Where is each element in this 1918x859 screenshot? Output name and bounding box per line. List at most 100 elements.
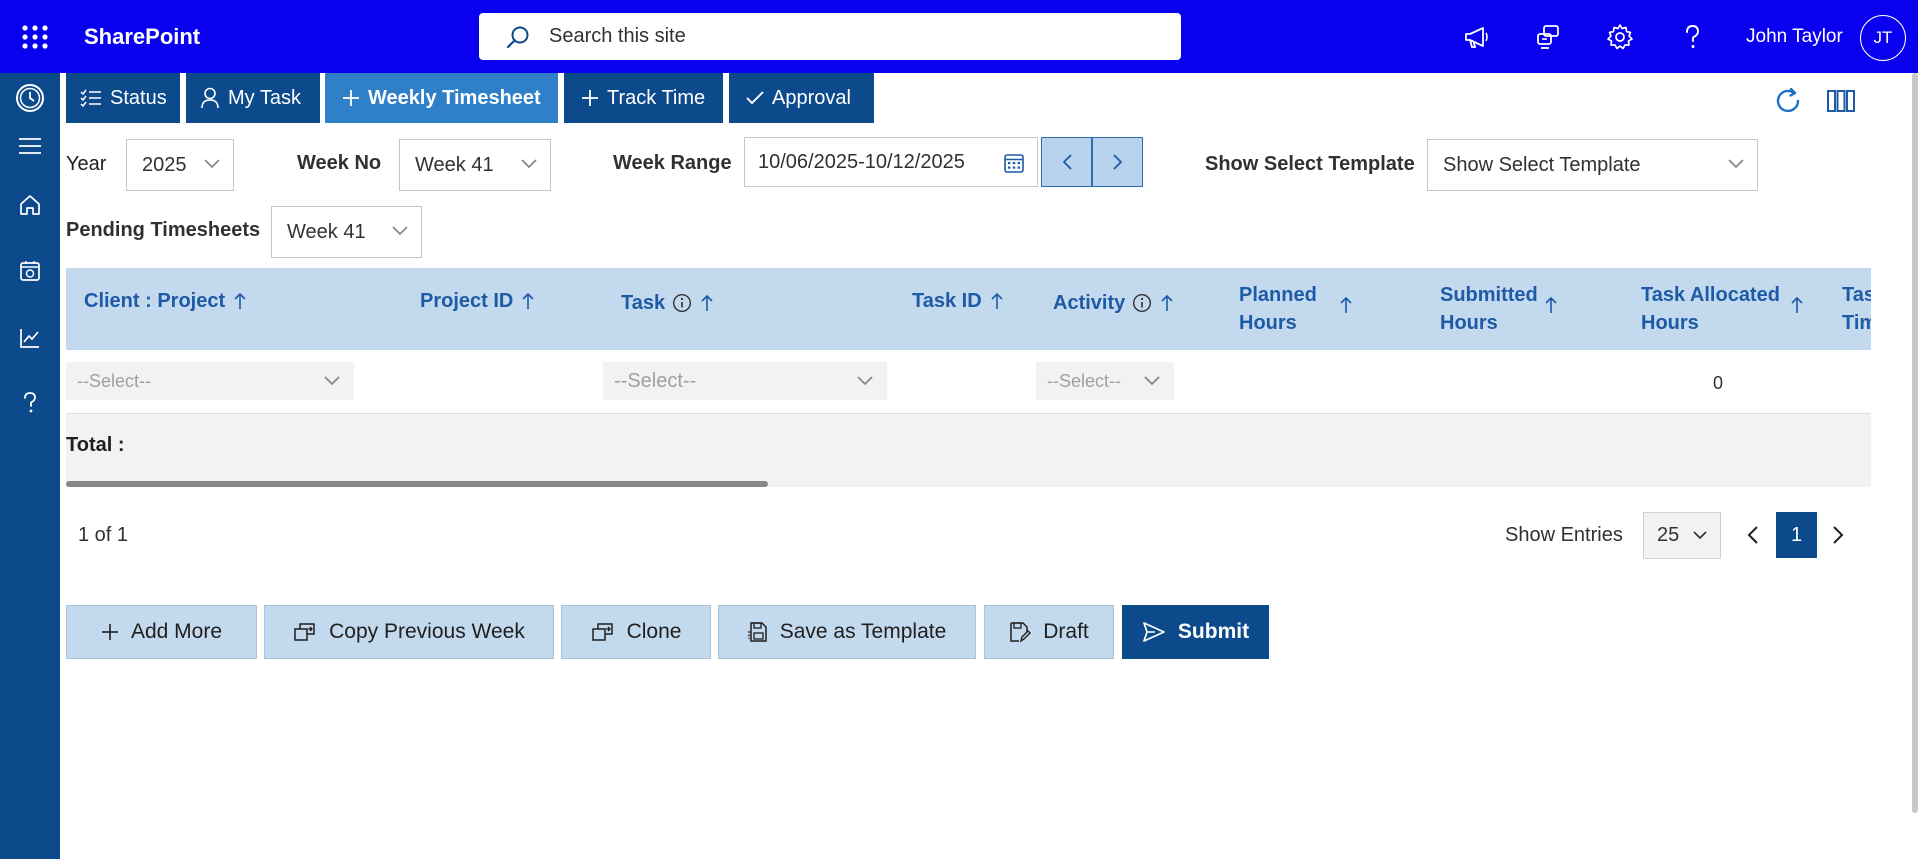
client-project-select[interactable]: --Select-- [66, 362, 354, 400]
sort-up-arrow-icon [1544, 296, 1558, 314]
app-launcher-icon[interactable] [20, 24, 50, 50]
submit-label: Submit [1177, 620, 1250, 643]
draft-button[interactable]: Draft [984, 605, 1114, 659]
year-dropdown[interactable]: 2025 [126, 139, 234, 191]
menu-hamburger-icon[interactable] [15, 131, 45, 161]
megaphone-icon[interactable] [1461, 22, 1491, 52]
tab-status[interactable]: Status [66, 73, 180, 123]
tab-my-task-label: My Task [228, 86, 301, 109]
chevron-down-icon [1727, 158, 1745, 170]
page-number-button[interactable]: 1 [1776, 512, 1817, 558]
column-header-planned-hours[interactable]: Planned Hours [1239, 281, 1353, 337]
sort-up-arrow-icon [700, 294, 714, 312]
chevron-down-icon [203, 158, 221, 170]
next-week-button[interactable] [1092, 137, 1143, 187]
app-brand[interactable]: SharePoint [84, 24, 200, 50]
pending-timesheets-dropdown[interactable]: Week 41 [271, 206, 422, 258]
column-header-submitted-hours[interactable]: Submitted Hours [1440, 281, 1558, 337]
refresh-icon[interactable] [1773, 86, 1803, 116]
left-navigation-rail [0, 73, 60, 859]
chevron-down-icon [520, 158, 538, 170]
task-select[interactable]: --Select-- [603, 362, 887, 400]
user-avatar[interactable]: JT [1860, 15, 1906, 61]
info-icon[interactable] [1132, 293, 1152, 313]
pending-timesheets-value: Week 41 [287, 220, 366, 243]
search-input[interactable] [549, 13, 1159, 60]
next-page-button[interactable] [1831, 524, 1845, 546]
column-header-line: Task Allocated [1641, 284, 1780, 306]
chevron-down-icon [323, 375, 341, 387]
week-range-field[interactable]: 10/06/2025-10/12/2025 [744, 137, 1038, 187]
page-info: 1 of 1 [78, 524, 129, 546]
sort-up-arrow-icon [1790, 296, 1804, 314]
activity-placeholder: --Select-- [1047, 370, 1122, 391]
column-header-task-time[interactable]: Tas Tim [1842, 281, 1871, 337]
timesheet-icon[interactable] [15, 256, 45, 286]
template-dropdown[interactable]: Show Select Template [1427, 139, 1758, 191]
tab-approval-label: Approval [772, 86, 851, 109]
template-label: Show Select Template [1205, 153, 1415, 175]
info-icon[interactable] [672, 293, 692, 313]
column-header-line: Hours [1641, 312, 1699, 334]
submit-button[interactable]: Submit [1122, 605, 1269, 659]
clone-button[interactable]: Clone [561, 605, 711, 659]
total-label: Total : [66, 434, 125, 456]
search-icon [505, 25, 531, 51]
chevron-right-icon [1831, 524, 1845, 546]
chevron-down-icon [1692, 530, 1708, 541]
activity-select[interactable]: --Select-- [1036, 362, 1174, 400]
grid-header: Client : Project Project ID Task Task ID… [66, 268, 1871, 350]
analytics-chart-icon[interactable] [15, 323, 45, 353]
column-header-line: Tas [1842, 284, 1871, 306]
previous-week-button[interactable] [1041, 137, 1092, 187]
clock-logo-icon[interactable] [15, 83, 45, 113]
column-header-label: Client : Project [84, 290, 226, 312]
plus-icon [581, 89, 599, 107]
column-header-project-id[interactable]: Project ID [420, 287, 535, 315]
column-header-activity[interactable]: Activity [1053, 289, 1174, 317]
save-as-template-button[interactable]: Save as Template [718, 605, 976, 659]
suite-bar: SharePoint John Taylor JT [0, 0, 1918, 73]
tab-track-time[interactable]: Track Time [564, 73, 723, 123]
settings-gear-icon[interactable] [1605, 22, 1635, 52]
column-chooser-icon[interactable] [1826, 89, 1856, 113]
plus-icon [101, 623, 119, 641]
entries-per-page-dropdown[interactable]: 25 [1643, 512, 1721, 559]
copy-previous-week-button[interactable]: Copy Previous Week [264, 605, 554, 659]
page-vertical-scrollbar[interactable] [1912, 73, 1918, 813]
week-no-label: Week No [297, 152, 382, 174]
save-template-icon [748, 621, 768, 643]
column-header-task[interactable]: Task [621, 289, 714, 317]
help-icon[interactable] [1677, 22, 1707, 52]
column-header-task-id[interactable]: Task ID [912, 287, 1004, 315]
week-no-dropdown[interactable]: Week 41 [399, 139, 551, 191]
home-icon[interactable] [15, 190, 45, 220]
column-header-line: Planned [1239, 284, 1317, 306]
tab-status-label: Status [110, 86, 167, 109]
copy-previous-week-label: Copy Previous Week [329, 620, 525, 643]
chevron-left-icon [1061, 153, 1073, 171]
grid-horizontal-scrollbar[interactable] [66, 481, 768, 487]
total-row: Total : [66, 413, 1871, 487]
chat-share-icon[interactable] [1533, 22, 1563, 52]
tab-weekly-timesheet-label: Weekly Timesheet [368, 86, 541, 109]
column-header-client-project[interactable]: Client : Project [84, 287, 247, 315]
chevron-down-icon [391, 225, 409, 237]
user-name[interactable]: John Taylor [1746, 26, 1843, 48]
previous-page-button[interactable] [1746, 524, 1760, 546]
checklist-icon [80, 88, 102, 108]
show-entries-label: Show Entries [1505, 524, 1623, 546]
column-header-task-allocated-hours[interactable]: Task Allocated Hours [1641, 281, 1804, 337]
tab-approval[interactable]: Approval [729, 73, 874, 123]
add-more-button[interactable]: Add More [66, 605, 257, 659]
tab-track-time-label: Track Time [607, 86, 706, 109]
calendar-icon[interactable] [1003, 152, 1025, 174]
help-question-icon[interactable] [15, 388, 45, 418]
column-header-label: Task [621, 292, 666, 314]
plus-icon [342, 89, 360, 107]
column-header-label: Task ID [912, 290, 982, 312]
search-box[interactable] [479, 13, 1181, 60]
clone-label: Clone [626, 620, 682, 643]
tab-my-task[interactable]: My Task [186, 73, 320, 123]
tab-weekly-timesheet[interactable]: Weekly Timesheet [325, 73, 558, 123]
